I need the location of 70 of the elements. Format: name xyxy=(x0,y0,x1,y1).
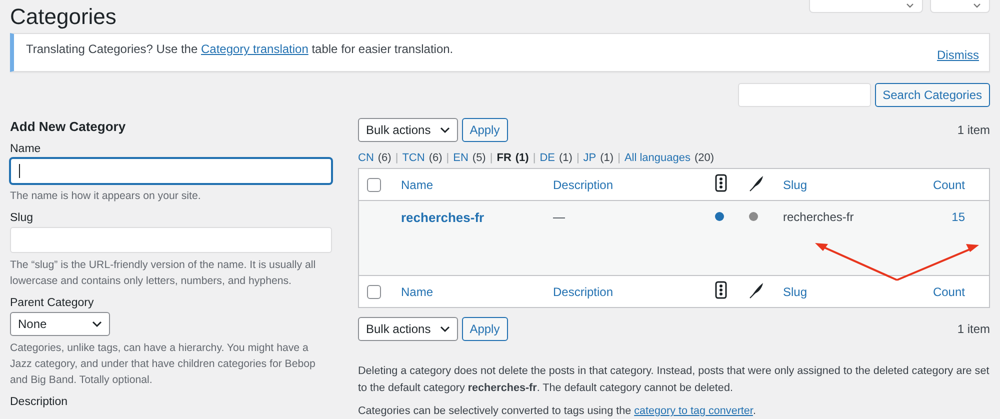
column-header[interactable]: Name xyxy=(401,178,434,192)
dropdown-button[interactable] xyxy=(809,0,923,13)
category-name-link[interactable]: recherches-fr xyxy=(401,210,484,225)
form-heading: Add New Category xyxy=(10,119,127,134)
column-header[interactable]: Description xyxy=(553,178,614,192)
feather-icon xyxy=(749,174,764,192)
language-filter-link[interactable]: EN xyxy=(453,152,468,164)
apply-button[interactable]: Apply xyxy=(462,317,508,341)
language-count: (1) xyxy=(600,152,614,164)
language-filter-link[interactable]: DE xyxy=(540,152,555,164)
language-filter-link[interactable]: All languages xyxy=(624,152,691,164)
item-count: 1 item xyxy=(957,123,990,137)
separator-text: | xyxy=(576,152,580,164)
slug-cell: recherches-fr xyxy=(783,210,854,224)
help-text: The name is how it appears on your site. xyxy=(10,189,202,204)
field-label: Parent Category xyxy=(10,297,95,309)
column-header[interactable]: Description xyxy=(553,284,614,298)
column-header[interactable]: Name xyxy=(401,284,434,298)
separator-text: | xyxy=(490,152,493,164)
input-field[interactable] xyxy=(10,158,332,184)
dismiss-link[interactable]: Dismiss xyxy=(937,48,979,62)
separator-text: | xyxy=(395,152,398,164)
language-filter-link[interactable]: TCN xyxy=(402,152,425,164)
separator-text: | xyxy=(532,152,536,164)
language-count: (6) xyxy=(378,152,392,164)
select-all-checkbox[interactable] xyxy=(367,284,381,299)
chevron-icon xyxy=(91,319,103,329)
field-label: Name xyxy=(10,143,42,155)
search-field[interactable] xyxy=(738,83,871,107)
select-all-checkbox[interactable] xyxy=(367,178,381,192)
language-count: (6) xyxy=(428,152,442,164)
language-filter-link[interactable]: JP xyxy=(583,152,596,164)
help-text: Categories, unlike tags, can have a hierarchy. You might have a Jazz category, and under that have children categories for Bebop and Big Band. Totally optional. xyxy=(10,341,316,388)
traffic-light-icon xyxy=(715,281,727,299)
help-text: The “slug” is the URL-friendly version of the name. It is usually all lowercase and contains only letters, numbers, and hyphens. xyxy=(10,258,317,289)
item-count: 1 item xyxy=(957,322,990,336)
bulk-actions-select[interactable]: Bulk actions xyxy=(358,317,458,341)
post-count-link[interactable]: 15 xyxy=(952,210,965,224)
column-header[interactable]: Count xyxy=(932,178,965,192)
parent-select[interactable]: None xyxy=(10,312,110,336)
converter-link[interactable]: category to tag converter xyxy=(634,405,753,417)
column-header[interactable]: Count xyxy=(932,284,965,298)
language-count: (1) xyxy=(515,152,529,164)
apply-button[interactable]: Apply xyxy=(462,118,508,142)
column-header[interactable]: Slug xyxy=(783,178,808,192)
caret-icon xyxy=(906,2,914,8)
page-title: Categories xyxy=(10,4,116,30)
bulk-actions-select[interactable]: Bulk actions xyxy=(358,118,458,142)
dropdown-button[interactable] xyxy=(930,0,990,13)
feather-icon xyxy=(749,282,764,298)
notice-text: Translating Categories? Use the Category translation table for easier translation. xyxy=(26,42,454,56)
language-count: (20) xyxy=(694,152,714,164)
info-text: Categories can be selectively converted to tags using the category to tag converter. xyxy=(358,404,757,419)
separator-text: | xyxy=(446,152,450,164)
caret-icon xyxy=(973,2,981,8)
separator-text: | xyxy=(618,152,620,164)
translation-link[interactable]: Category translation xyxy=(200,42,308,56)
language-count: (1) xyxy=(558,152,572,164)
description-cell: — xyxy=(553,210,565,224)
traffic-light-icon xyxy=(715,174,727,192)
chevron-icon xyxy=(438,324,451,334)
chevron-icon xyxy=(438,125,451,135)
language-filter-link[interactable]: CN xyxy=(358,152,374,164)
column-header[interactable]: Slug xyxy=(783,284,808,298)
field-label: Slug xyxy=(10,212,34,224)
search-button[interactable]: Search Categories xyxy=(874,83,990,107)
info-text: Deleting a category does not delete the posts in that category. Instead, posts that were only assigned to the deleted category are set to the default category recherches-fr. The default category cannot be deleted. xyxy=(358,364,990,396)
language-filter-link[interactable]: FR xyxy=(496,152,512,164)
language-count: (5) xyxy=(472,152,486,164)
field-label: Description xyxy=(10,396,69,408)
